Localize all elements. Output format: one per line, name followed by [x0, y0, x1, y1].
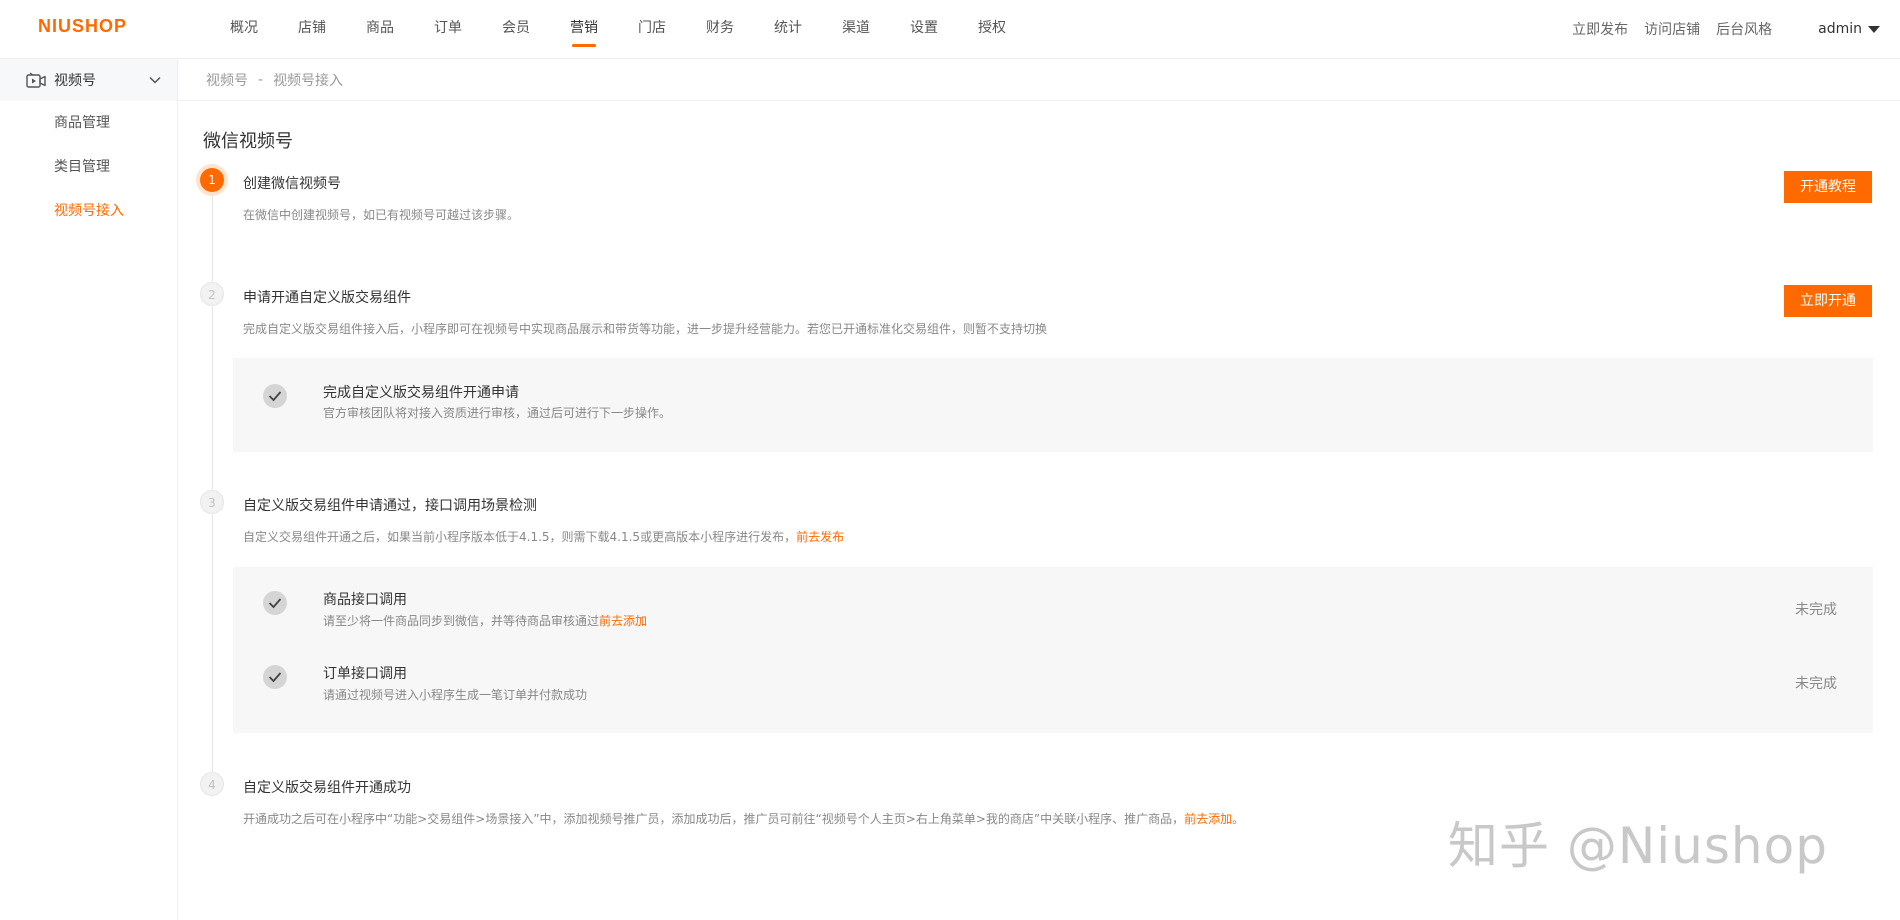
- task-title: 商品接口调用: [323, 592, 407, 608]
- user-name: admin: [1818, 21, 1862, 37]
- nav-item-finance[interactable]: 财务: [686, 0, 754, 58]
- task-desc-text: 请至少将一件商品同步到微信，并等待商品审核通过: [323, 614, 600, 628]
- task-title: 订单接口调用: [323, 666, 407, 682]
- go-add-goods-link[interactable]: 前去添加: [599, 614, 647, 628]
- breadcrumb-separator: -: [258, 71, 264, 88]
- sidebar-item-category-manage[interactable]: 类目管理: [0, 145, 177, 189]
- nav-item-goods[interactable]: 商品: [346, 0, 414, 58]
- step-number-1: 1: [200, 168, 224, 192]
- step-desc-4-end: 。: [1232, 812, 1245, 826]
- breadcrumb-item-video[interactable]: 视频号: [206, 70, 248, 90]
- task-title: 完成自定义版交易组件开通申请: [323, 385, 519, 401]
- step-title-1: 创建微信视频号: [243, 176, 341, 192]
- nav-item-members[interactable]: 会员: [482, 0, 550, 58]
- video-icon: [26, 72, 46, 88]
- check-icon: [263, 591, 287, 615]
- task-desc: 请至少将一件商品同步到微信，并等待商品审核通过前去添加: [323, 612, 647, 629]
- publish-now-link[interactable]: 立即发布: [1572, 19, 1628, 39]
- sidebar: 视频号 商品管理 类目管理 视频号接入: [0, 59, 178, 920]
- chevron-down-icon: [149, 76, 161, 84]
- step-desc-2: 完成自定义版交易组件接入后，小程序即可在视频号中实现商品展示和带货等功能，进一步…: [243, 322, 1048, 336]
- check-icon: [263, 665, 287, 689]
- step-desc-4: 开通成功之后可在小程序中“功能>交易组件>场景接入”中，添加视频号推广员，添加成…: [243, 810, 1244, 827]
- step-desc-3-text: 自定义交易组件开通之后，如果当前小程序版本低于4.1.5，则需下载4.1.5或更…: [243, 530, 797, 544]
- step-desc-1: 在微信中创建视频号，如已有视频号可越过该步骤。: [243, 208, 520, 222]
- sidebar-group-video[interactable]: 视频号: [0, 59, 177, 101]
- header-actions: 立即发布 访问店铺 后台风格 admin: [1556, 0, 1880, 58]
- step-desc-4-text: 开通成功之后可在小程序中“功能>交易组件>场景接入”中，添加视频号推广员，添加成…: [243, 812, 1185, 826]
- step-3-task-panel: 商品接口调用 请至少将一件商品同步到微信，并等待商品审核通过前去添加 未完成 订…: [233, 567, 1873, 733]
- nav-item-channels[interactable]: 渠道: [822, 0, 890, 58]
- step-2-task-panel: 完成自定义版交易组件开通申请 官方审核团队将对接入资质进行审核，通过后可进行下一…: [233, 358, 1873, 452]
- visit-store-link[interactable]: 访问店铺: [1644, 19, 1700, 39]
- nav-item-license[interactable]: 授权: [958, 0, 1026, 58]
- go-add-promoter-link[interactable]: 前去添加: [1184, 812, 1232, 826]
- admin-theme-link[interactable]: 后台风格: [1716, 19, 1772, 39]
- sidebar-item-goods-manage[interactable]: 商品管理: [0, 101, 177, 145]
- nav-item-settings[interactable]: 设置: [890, 0, 958, 58]
- step-title-4: 自定义版交易组件开通成功: [243, 780, 411, 796]
- step-number-3: 3: [200, 490, 224, 514]
- step-desc-3: 自定义交易组件开通之后，如果当前小程序版本低于4.1.5，则需下载4.1.5或更…: [243, 528, 844, 545]
- status-badge: 未完成: [1795, 602, 1837, 618]
- sidebar-item-video-access[interactable]: 视频号接入: [0, 189, 177, 233]
- task-desc: 官方审核团队将对接入资质进行审核，通过后可进行下一步操作。: [323, 406, 672, 420]
- go-publish-link[interactable]: 前去发布: [796, 530, 844, 544]
- nav-item-overview[interactable]: 概况: [210, 0, 278, 58]
- page-title: 微信视频号: [203, 131, 293, 152]
- nav-item-orders[interactable]: 订单: [414, 0, 482, 58]
- task-desc: 请通过视频号进入小程序生成一笔订单并付款成功: [323, 688, 588, 702]
- caret-down-icon: [1868, 25, 1880, 33]
- nav-item-shop[interactable]: 店铺: [278, 0, 346, 58]
- open-now-button[interactable]: 立即开通: [1784, 285, 1872, 317]
- step-number-4: 4: [200, 772, 224, 796]
- nav-item-stats[interactable]: 统计: [754, 0, 822, 58]
- main-nav: 概况 店铺 商品 订单 会员 营销 门店 财务 统计 渠道 设置 授权: [210, 0, 1026, 58]
- timeline-line: [212, 190, 213, 780]
- watermark: 知乎 @Niushop: [1448, 817, 1828, 875]
- tutorial-button[interactable]: 开通教程: [1784, 171, 1872, 203]
- step-number-2: 2: [200, 282, 224, 306]
- nav-item-marketing[interactable]: 营销: [550, 0, 618, 58]
- check-icon: [263, 384, 287, 408]
- breadcrumb-item-current: 视频号接入: [273, 72, 344, 89]
- top-header: NIUSHOP 概况 店铺 商品 订单 会员 营销 门店 财务 统计 渠道 设置…: [0, 0, 1900, 59]
- step-title-2: 申请开通自定义版交易组件: [243, 290, 411, 306]
- user-menu[interactable]: admin: [1818, 21, 1880, 37]
- brand-logo[interactable]: NIUSHOP: [38, 16, 127, 37]
- sidebar-group-label: 视频号: [54, 73, 96, 89]
- step-title-3: 自定义版交易组件申请通过，接口调用场景检测: [243, 498, 537, 514]
- breadcrumb: 视频号 - 视频号接入: [178, 59, 1900, 101]
- nav-item-stores[interactable]: 门店: [618, 0, 686, 58]
- status-badge: 未完成: [1795, 676, 1837, 692]
